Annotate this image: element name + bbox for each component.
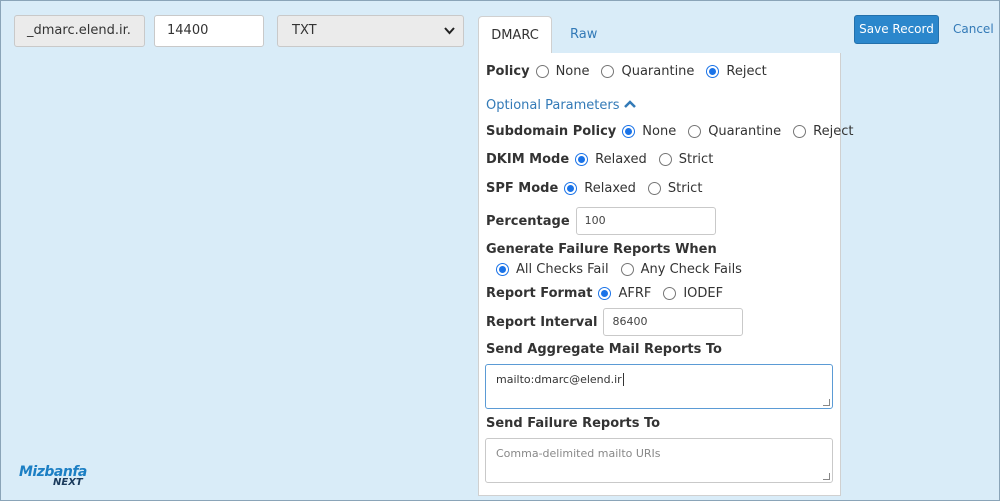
report-format-row: Report Format AFRF IODEF [486,286,735,301]
failure-reports-to-textarea[interactable]: Comma-delimited mailto URIs [485,438,833,483]
radio-button[interactable] [688,125,702,138]
spf-mode-label: SPF Mode [486,181,559,196]
record-type-select[interactable]: TXT [277,15,464,47]
spf-option-strict[interactable]: Strict [647,181,703,196]
option-label: Reject [726,64,767,79]
option-label: Relaxed [584,181,636,196]
option-label: All Checks Fail [516,262,609,277]
failure-reports-when-row: All Checks Fail Any Check Fails [496,262,754,277]
resize-handle-icon[interactable] [823,473,830,480]
policy-option-none[interactable]: None [535,64,590,79]
tab-dmarc[interactable]: DMARC [478,16,552,54]
tab-raw[interactable]: Raw [570,16,597,54]
dkim-mode-row: DKIM Mode Relaxed Strict [486,152,725,167]
option-label: AFRF [618,286,652,301]
radio-button[interactable] [622,125,636,138]
format-option-afrf[interactable]: AFRF [598,286,651,301]
percentage-label: Percentage [486,213,570,229]
option-label: Strict [678,152,714,167]
report-interval-row: Report Interval 86400 [486,308,744,336]
report-interval-input[interactable]: 86400 [603,308,744,336]
radio-button[interactable] [793,125,807,138]
radio-button[interactable] [564,182,578,195]
policy-label: Policy [486,64,530,79]
aggregate-reports-textarea[interactable]: mailto:dmarc@elend.ir [485,364,833,409]
policy-row: Policy None Quarantine Reject [486,64,779,79]
save-record-button[interactable]: Save Record [854,15,939,44]
aggregate-reports-label: Send Aggregate Mail Reports To [486,342,722,357]
subdomain-option-reject[interactable]: Reject [793,124,853,139]
radio-button[interactable] [620,263,634,276]
radio-button[interactable] [601,65,615,78]
optional-parameters-label: Optional Parameters [486,98,620,113]
option-label: IODEF [683,286,724,301]
option-label: Reject [813,124,854,139]
radio-button[interactable] [598,287,612,300]
radio-button[interactable] [647,182,661,195]
option-label: Quarantine [708,124,782,139]
subdomain-option-quarantine[interactable]: Quarantine [688,124,781,139]
record-name-field[interactable]: _dmarc.elend.ir. [14,15,145,47]
chevron-down-icon [444,16,455,58]
percentage-input[interactable]: 100 [575,207,716,235]
option-label: None [642,124,677,139]
failure-reports-to-label: Send Failure Reports To [486,416,661,431]
failure-option-all-checks-fail[interactable]: All Checks Fail [496,262,609,277]
option-label: Quarantine [621,64,695,79]
radio-button[interactable] [658,153,672,166]
logo-subtext: NEXT [53,477,83,488]
cancel-link[interactable]: Cancel [953,22,994,36]
policy-option-reject[interactable]: Reject [706,64,767,79]
aggregate-reports-value: mailto:dmarc@elend.ir [496,373,622,386]
option-label: Relaxed [595,152,647,167]
policy-option-quarantine[interactable]: Quarantine [601,64,694,79]
dkim-mode-label: DKIM Mode [486,152,570,167]
option-label: Any Check Fails [640,262,742,277]
mizbanfa-logo: Mizbanfa NEXT [19,464,87,488]
radio-button[interactable] [496,263,509,276]
option-label: None [555,64,590,79]
radio-button[interactable] [663,287,677,300]
failure-reports-to-placeholder: Comma-delimited mailto URIs [496,447,661,460]
failure-reports-when-label: Generate Failure Reports When [486,242,717,257]
subdomain-option-none[interactable]: None [622,124,676,139]
radio-button[interactable] [535,65,549,78]
option-label: Strict [667,181,703,196]
percentage-row: Percentage 100 [486,207,716,235]
report-format-label: Report Format [486,286,593,301]
chevron-up-icon [623,98,636,113]
spf-option-relaxed[interactable]: Relaxed [564,181,636,196]
subdomain-policy-row: Subdomain Policy None Quarantine Reject [486,124,865,139]
dkim-option-relaxed[interactable]: Relaxed [575,152,647,167]
resize-handle-icon[interactable] [823,399,830,406]
ttl-field[interactable]: 14400 [154,15,264,47]
subdomain-policy-label: Subdomain Policy [486,124,617,139]
failure-option-any-check-fails[interactable]: Any Check Fails [620,262,742,277]
format-option-iodef[interactable]: IODEF [663,286,723,301]
spf-mode-row: SPF Mode Relaxed Strict [486,181,714,196]
optional-parameters-toggle[interactable]: Optional Parameters [486,98,636,113]
dkim-option-strict[interactable]: Strict [658,152,714,167]
radio-button[interactable] [706,65,720,78]
report-interval-label: Report Interval [486,314,598,330]
record-type-value: TXT [292,23,317,38]
radio-button[interactable] [575,153,589,166]
